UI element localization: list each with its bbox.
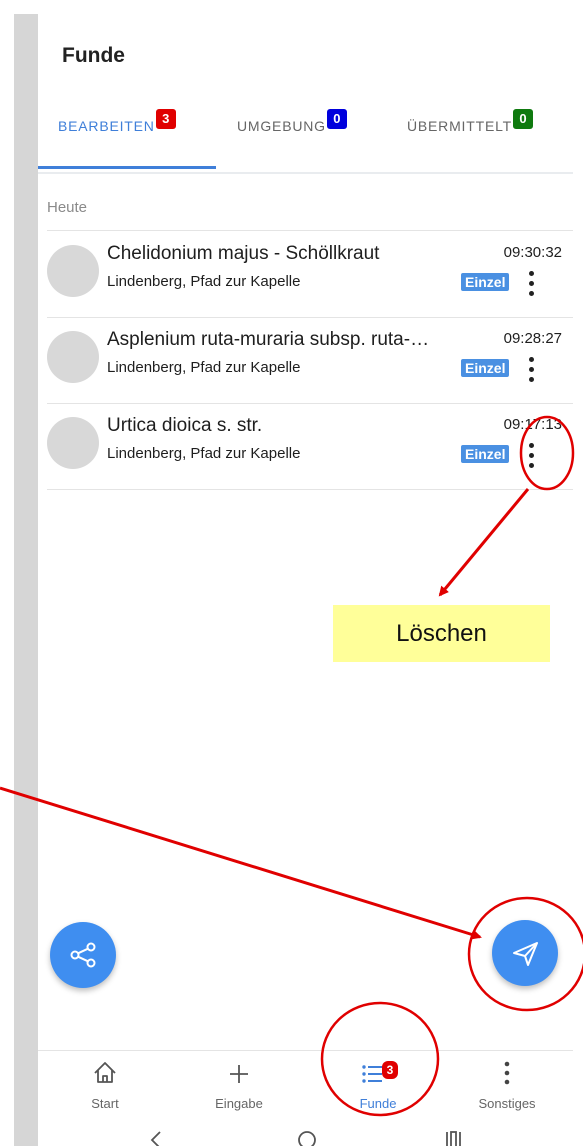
nav-funde[interactable]: 3 Funde — [328, 1051, 428, 1117]
home-icon — [94, 1062, 116, 1083]
timestamp: 09:30:32 — [503, 244, 562, 261]
tab-bar: BEARBEITEN 3 UMGEBUNG 0 ÜBERMITTELT 0 — [38, 100, 573, 174]
list-item[interactable]: Asplenium ruta-muraria subsp. ruta-… Lin… — [47, 317, 573, 404]
location-text: Lindenberg, Pfad zur Kapelle — [107, 359, 301, 376]
avatar — [47, 331, 99, 383]
recent-apps-icon[interactable] — [446, 1131, 461, 1146]
tab-uebermittelt[interactable]: ÜBERMITTELT 0 — [407, 109, 533, 134]
timestamp: 09:28:27 — [503, 330, 562, 347]
nav-label: Start — [91, 1096, 119, 1111]
location-text: Lindenberg, Pfad zur Kapelle — [107, 273, 301, 290]
tab-label: BEARBEITEN — [58, 118, 155, 134]
species-name: Urtica dioica s. str. — [107, 415, 263, 436]
list-icon — [362, 1065, 382, 1083]
system-navigation-bar — [38, 1116, 573, 1146]
more-vertical-icon[interactable] — [521, 439, 541, 473]
nav-start[interactable]: Start — [55, 1051, 155, 1117]
timestamp: 09:17:13 — [503, 416, 562, 433]
annotation-callout: Löschen — [333, 605, 550, 662]
nav-eingabe[interactable]: Eingabe — [189, 1051, 289, 1117]
share-icon — [70, 942, 96, 968]
species-name: Asplenium ruta-muraria subsp. ruta-… — [107, 329, 430, 350]
active-tab-indicator — [38, 166, 216, 169]
plus-icon — [230, 1065, 248, 1083]
nav-sonstiges[interactable]: Sonstiges — [457, 1051, 557, 1117]
avatar — [47, 245, 99, 297]
nav-label: Eingabe — [215, 1096, 263, 1111]
status-badge: Einzel — [461, 445, 510, 463]
tab-label: UMGEBUNG — [237, 118, 326, 134]
more-vertical-icon[interactable] — [521, 353, 541, 387]
share-button[interactable] — [50, 922, 116, 988]
status-badge: Einzel — [461, 359, 510, 377]
status-badge: Einzel — [461, 273, 510, 291]
send-icon — [513, 942, 538, 966]
home-circle-icon[interactable] — [298, 1131, 316, 1146]
tab-umgebung[interactable]: UMGEBUNG 0 — [237, 109, 347, 134]
count-badge: 0 — [326, 109, 347, 129]
page-title: Funde — [62, 44, 125, 67]
avatar — [47, 417, 99, 469]
nav-label: Sonstiges — [478, 1096, 536, 1111]
count-badge: 0 — [513, 109, 533, 129]
back-icon[interactable] — [150, 1131, 161, 1146]
tab-label: ÜBERMITTELT — [407, 118, 512, 134]
tab-bearbeiten[interactable]: BEARBEITEN 3 — [58, 109, 176, 134]
list-item[interactable]: Chelidonium majus - Schöllkraut Lindenbe… — [47, 231, 573, 318]
location-text: Lindenberg, Pfad zur Kapelle — [107, 445, 301, 462]
count-badge: 3 — [382, 1061, 398, 1079]
species-name: Chelidonium majus - Schöllkraut — [107, 243, 380, 264]
send-button[interactable] — [492, 920, 558, 986]
more-vertical-icon — [504, 1061, 510, 1085]
count-badge: 3 — [155, 109, 176, 129]
more-vertical-icon[interactable] — [521, 267, 541, 301]
bottom-navigation: Start Eingabe 3 Funde Sonstiges — [38, 1050, 573, 1117]
nav-label: Funde — [359, 1096, 397, 1111]
list-item[interactable]: Urtica dioica s. str. Lindenberg, Pfad z… — [47, 403, 573, 490]
app-screen: Funde BEARBEITEN 3 UMGEBUNG 0 ÜBERMITTELT 0… — [38, 14, 573, 1146]
section-header-date: Heute — [47, 199, 88, 216]
